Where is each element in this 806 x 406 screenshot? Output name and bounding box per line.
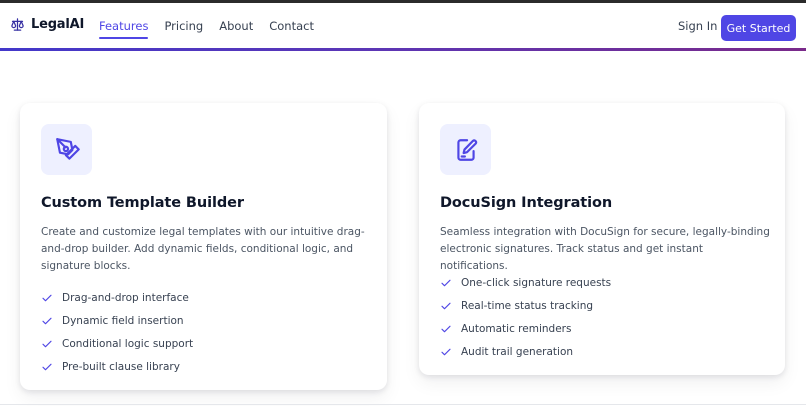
feature-list: Drag-and-drop interface Dynamic field in… bbox=[41, 286, 193, 378]
card-title: DocuSign Integration bbox=[440, 195, 613, 211]
pen-tool-icon bbox=[55, 137, 80, 160]
feature-label: Drag-and-drop interface bbox=[62, 291, 189, 304]
feature-label: Audit trail generation bbox=[461, 345, 574, 358]
feature-label: Conditional logic support bbox=[62, 337, 194, 350]
check-icon bbox=[42, 317, 52, 324]
card-description: Create and customize legal templates wit… bbox=[41, 226, 365, 272]
check-icon bbox=[42, 294, 52, 301]
file-signature-icon bbox=[456, 138, 477, 161]
check-icon bbox=[42, 340, 52, 347]
feature-label: Automatic reminders bbox=[461, 322, 572, 335]
check-icon bbox=[441, 302, 451, 309]
list-item: Pre-built clause library bbox=[41, 355, 193, 378]
check-icon bbox=[441, 279, 451, 286]
card-description: Seamless integration with DocuSign for s… bbox=[440, 226, 770, 272]
navbar: LegalAI Features Pricing About Contact S… bbox=[0, 3, 806, 48]
list-item: Dynamic field insertion bbox=[41, 309, 193, 332]
feature-list: One-click signature requests Real-time s… bbox=[440, 271, 611, 363]
nav-about[interactable]: About bbox=[219, 19, 253, 39]
nav-contact[interactable]: Contact bbox=[269, 19, 314, 39]
card-title: Custom Template Builder bbox=[41, 195, 244, 211]
list-item: Drag-and-drop interface bbox=[41, 286, 193, 309]
check-icon bbox=[42, 363, 52, 370]
list-item: Automatic reminders bbox=[440, 317, 611, 340]
sign-in-link[interactable]: Sign In bbox=[678, 19, 717, 33]
nav-pricing[interactable]: Pricing bbox=[164, 19, 203, 39]
card-icon-box bbox=[41, 124, 92, 175]
list-item: Audit trail generation bbox=[440, 340, 611, 363]
nav-features[interactable]: Features bbox=[99, 19, 149, 39]
section-divider bbox=[0, 404, 806, 405]
list-item: One-click signature requests bbox=[440, 271, 611, 294]
header-accent-bar bbox=[0, 48, 806, 51]
scale-icon bbox=[11, 18, 24, 31]
brand-logo[interactable]: LegalAI bbox=[10, 17, 84, 32]
check-icon bbox=[441, 325, 451, 332]
feature-label: Pre-built clause library bbox=[62, 360, 180, 373]
list-item: Real-time status tracking bbox=[440, 294, 611, 317]
list-item: Conditional logic support bbox=[41, 332, 193, 355]
feature-label: Real-time status tracking bbox=[461, 299, 594, 312]
check-icon bbox=[441, 348, 451, 355]
feature-card-template-builder: Custom Template Builder Create and custo… bbox=[20, 103, 387, 390]
feature-label: Dynamic field insertion bbox=[62, 314, 184, 327]
feature-label: One-click signature requests bbox=[461, 276, 612, 289]
brand-name: LegalAI bbox=[31, 17, 85, 32]
main-nav: Features Pricing About Contact bbox=[99, 19, 314, 39]
feature-card-docusign: DocuSign Integration Seamless integratio… bbox=[419, 103, 785, 375]
card-icon-box bbox=[440, 124, 491, 175]
get-started-button[interactable]: Get Started bbox=[721, 15, 796, 41]
